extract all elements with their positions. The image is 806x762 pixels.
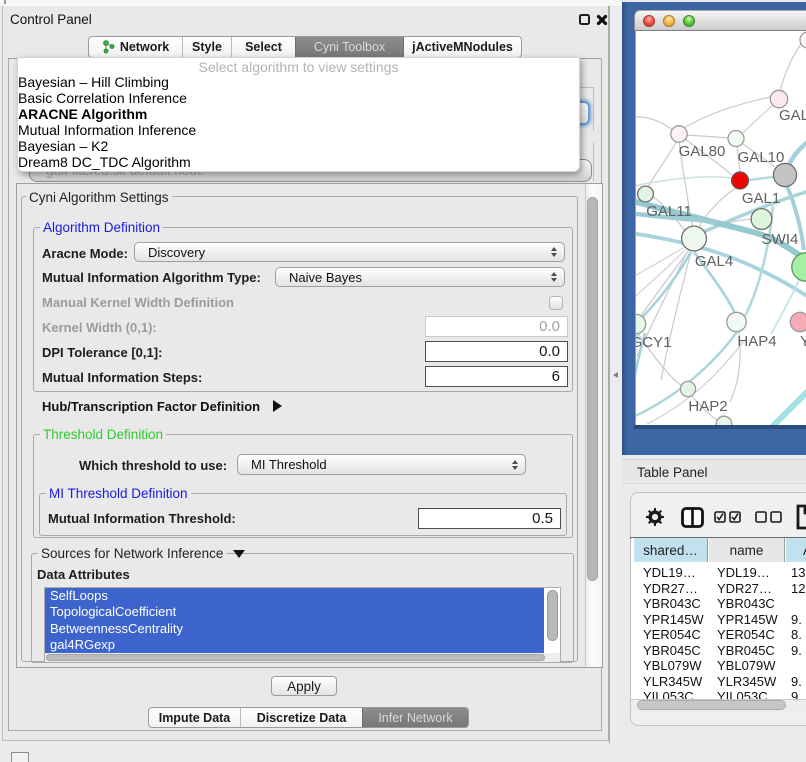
svg-text:HAP4: HAP4 xyxy=(737,333,776,350)
svg-text:GAL1: GAL1 xyxy=(742,190,780,207)
svg-text:GAL4: GAL4 xyxy=(695,253,733,270)
svg-text:HAP2: HAP2 xyxy=(688,398,727,415)
svg-text:GAL7: GAL7 xyxy=(779,107,806,124)
svg-text:GAL80: GAL80 xyxy=(679,143,726,160)
svg-text:SWI4: SWI4 xyxy=(762,231,799,248)
svg-text:YJ: YJ xyxy=(800,333,806,350)
svg-text:GCY1: GCY1 xyxy=(636,334,671,351)
svg-text:GAL10: GAL10 xyxy=(738,149,785,166)
svg-text:GAL11: GAL11 xyxy=(646,203,692,220)
